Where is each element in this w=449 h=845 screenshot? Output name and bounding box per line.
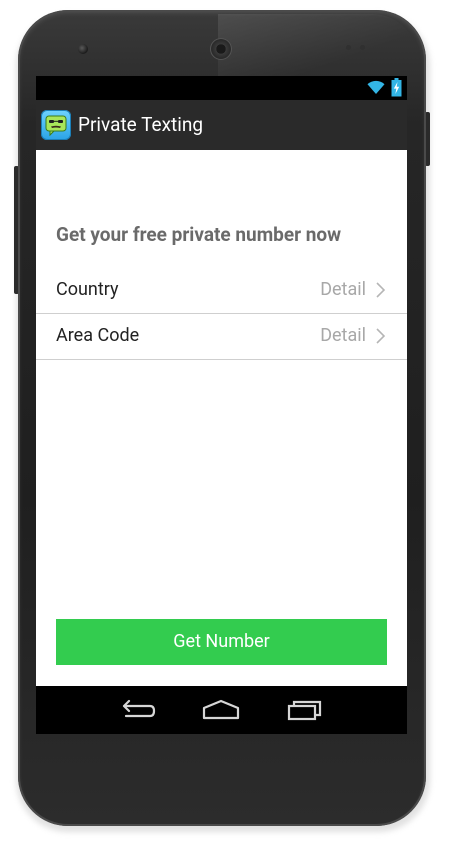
screen: Private Texting Get your free private nu… — [36, 76, 407, 734]
main-content: Get your free private number now Country… — [36, 150, 407, 686]
light-sensor — [360, 45, 365, 50]
area-code-row[interactable]: Area Code Detail — [36, 314, 407, 360]
app-title: Private Texting — [78, 113, 203, 136]
wifi-icon — [367, 80, 385, 94]
country-row[interactable]: Country Detail — [36, 268, 407, 314]
page-headline: Get your free private number now — [56, 223, 342, 246]
chevron-right-icon — [376, 282, 386, 298]
recent-apps-icon[interactable] — [285, 696, 325, 724]
navigation-bar — [36, 686, 407, 734]
row-divider — [36, 359, 407, 360]
status-bar — [36, 76, 407, 100]
area-code-detail: Detail — [320, 325, 366, 346]
back-icon[interactable] — [119, 696, 159, 724]
action-bar: Private Texting — [36, 100, 407, 150]
masked-face-chat-icon — [41, 110, 71, 140]
page: Private Texting Get your free private nu… — [0, 0, 449, 845]
country-label: Country — [56, 279, 119, 300]
proximity-sensor — [346, 45, 351, 50]
chevron-right-icon — [376, 328, 386, 344]
get-number-button[interactable]: Get Number — [56, 619, 387, 665]
home-icon[interactable] — [201, 696, 241, 724]
earpiece-speaker — [210, 38, 232, 60]
battery-charging-icon — [391, 78, 402, 97]
country-detail: Detail — [320, 279, 366, 300]
area-code-label: Area Code — [56, 325, 140, 346]
front-camera — [78, 44, 88, 54]
app-logo-art — [45, 115, 67, 137]
